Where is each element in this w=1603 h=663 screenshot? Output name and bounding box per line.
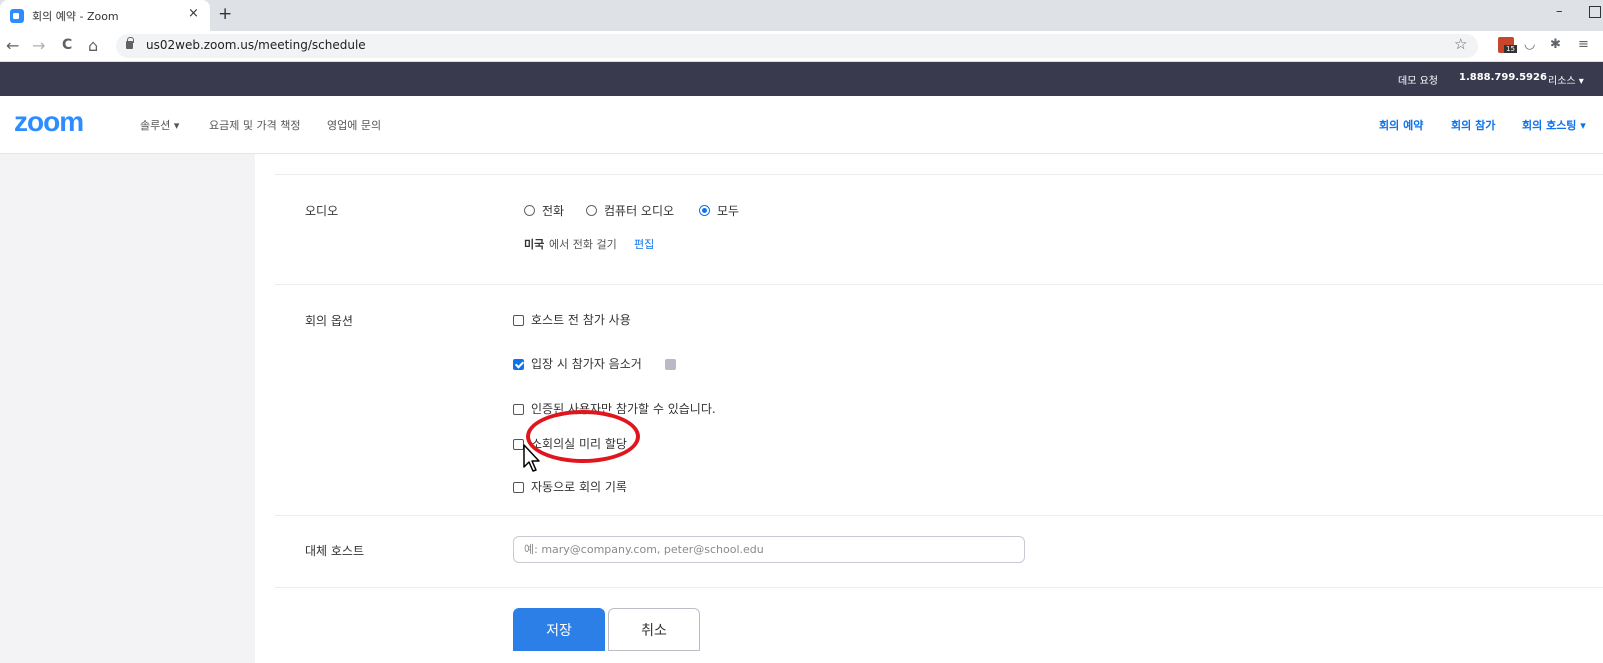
resources-dropdown[interactable]: 리소스 ▾ xyxy=(1548,72,1584,87)
browser-toolbar: ← → C ⌂ us02web.zoom.us/meeting/schedule… xyxy=(0,31,1603,62)
home-icon[interactable]: ⌂ xyxy=(88,36,98,55)
request-demo-link[interactable]: 데모 요청 xyxy=(1398,72,1438,87)
lock-icon xyxy=(126,37,134,49)
reload-icon[interactable]: C xyxy=(62,37,72,53)
bookmark-star-icon[interactable]: ☆ xyxy=(1454,35,1467,53)
browser-tab-strip: 회의 예약 - Zoom × + – xyxy=(0,0,1603,31)
audio-radio-computer[interactable] xyxy=(586,205,597,216)
info-icon[interactable] xyxy=(665,359,676,370)
address-bar[interactable]: us02web.zoom.us/meeting/schedule ☆ xyxy=(116,34,1478,58)
join-before-host-checkbox[interactable] xyxy=(513,315,524,326)
extension-badge-count: 15 xyxy=(1504,45,1517,53)
restore-window-button[interactable] xyxy=(1589,6,1601,18)
section-divider xyxy=(275,515,1603,516)
pocket-icon[interactable]: ◡ xyxy=(1524,37,1535,52)
meeting-options-label: 회의 옵션 xyxy=(305,314,353,328)
audio-option-label: 컴퓨터 오디오 xyxy=(604,204,675,218)
reading-list-icon[interactable]: ≡ xyxy=(1578,37,1589,52)
section-divider xyxy=(275,587,1603,588)
back-arrow-icon[interactable]: ← xyxy=(6,36,19,55)
zoom-top-bar: 데모 요청 1.888.799.5926 리소스 ▾ xyxy=(0,62,1603,96)
browser-tab[interactable]: 회의 예약 - Zoom × xyxy=(0,0,210,31)
nav-pricing[interactable]: 요금제 및 가격 책정 xyxy=(209,117,300,133)
nav-contact-sales[interactable]: 영업에 문의 xyxy=(327,117,381,133)
minimize-window-button[interactable]: – xyxy=(1556,4,1563,19)
meeting-option-label: 자동으로 회의 기록 xyxy=(531,480,627,494)
authenticated-users-checkbox[interactable] xyxy=(513,404,524,415)
dial-country: 미국 xyxy=(524,238,545,251)
url-text: us02web.zoom.us/meeting/schedule xyxy=(146,38,366,52)
nav-join-meeting[interactable]: 회의 참가 xyxy=(1451,117,1495,133)
tab-close-icon[interactable]: × xyxy=(188,6,199,21)
auto-record-checkbox[interactable] xyxy=(513,482,524,493)
mouse-cursor-icon xyxy=(523,444,540,472)
tab-title: 회의 예약 - Zoom xyxy=(32,10,119,23)
zoom-favicon-icon xyxy=(10,9,24,23)
audio-radio-both[interactable] xyxy=(699,205,710,216)
schedule-form: 오디오 전화 컴퓨터 오디오 모두 미국 에서 전화 걸기 편집 회의 옵션 호… xyxy=(255,154,1603,663)
nav-schedule-meeting[interactable]: 회의 예약 xyxy=(1379,117,1423,133)
zoom-nav-bar: zoom 솔루션 ▾ 요금제 및 가격 책정 영업에 문의 회의 예약 회의 참… xyxy=(0,96,1603,154)
section-divider xyxy=(275,284,1603,285)
zoom-logo[interactable]: zoom xyxy=(14,106,84,138)
dial-in-text: 에서 전화 걸기 xyxy=(549,238,617,251)
audio-radio-phone[interactable] xyxy=(524,205,535,216)
audio-label: 오디오 xyxy=(305,204,339,218)
phone-number: 1.888.799.5926 xyxy=(1459,72,1547,83)
audio-option-label: 전화 xyxy=(542,204,565,218)
meeting-option-label: 호스트 전 참가 사용 xyxy=(531,313,631,327)
extensions-puzzle-icon[interactable]: ✱ xyxy=(1550,37,1561,52)
forward-arrow-icon[interactable]: → xyxy=(32,36,45,55)
audio-option-label: 모두 xyxy=(717,204,740,218)
save-button[interactable]: 저장 xyxy=(513,608,605,651)
alternative-host-input[interactable] xyxy=(513,536,1025,563)
section-divider xyxy=(275,174,1603,175)
new-tab-button[interactable]: + xyxy=(218,4,232,24)
mute-on-entry-checkbox[interactable] xyxy=(513,359,524,370)
nav-host-meeting[interactable]: 회의 호스팅 ▾ xyxy=(1522,117,1586,133)
edit-dial-in-link[interactable]: 편집 xyxy=(634,236,654,252)
cancel-button[interactable]: 취소 xyxy=(608,608,700,651)
alternative-host-label: 대체 호스트 xyxy=(305,544,365,558)
extension-badge-icon[interactable]: 15 xyxy=(1498,37,1517,53)
meeting-option-label: 입장 시 참가자 음소거 xyxy=(531,357,642,371)
nav-solutions[interactable]: 솔루션 ▾ xyxy=(140,117,179,133)
